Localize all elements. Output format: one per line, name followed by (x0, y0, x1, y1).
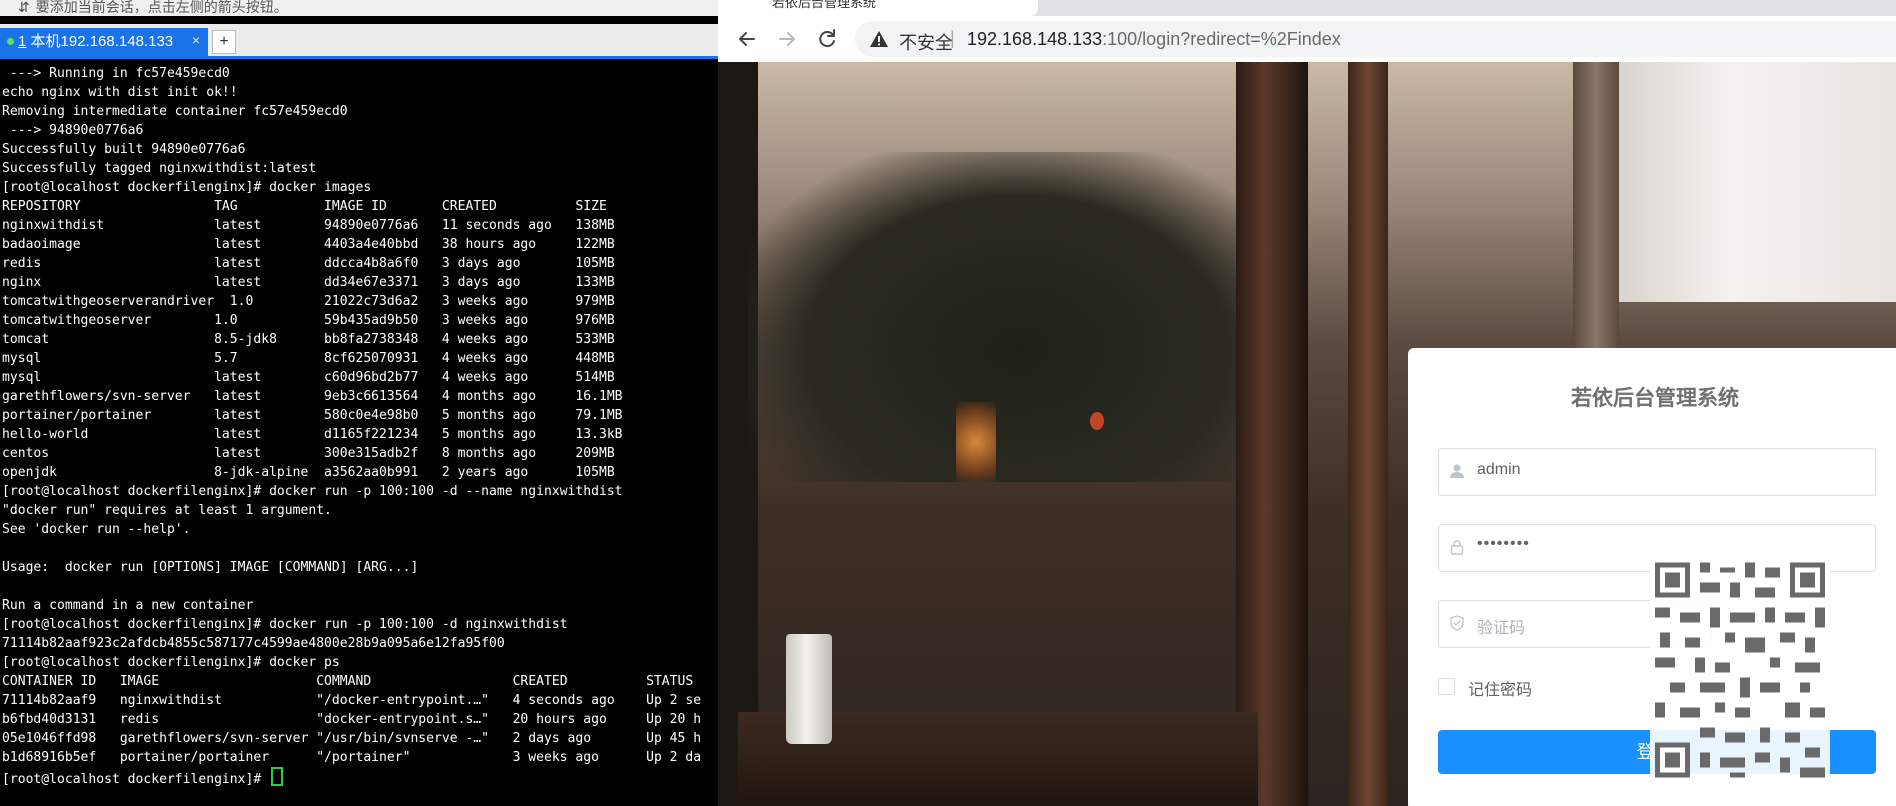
terminal-line: ---> Running in fc57e459ecd0 (2, 66, 230, 81)
terminal-line: tomcatwithgeoserver 1.0 59b435ad9b50 3 w… (2, 313, 615, 328)
browser-tab-strip: 若依后台管理系统 (718, 0, 1896, 16)
terminal-line: portainer/portainer latest 580c0e4e98b0 … (2, 408, 623, 423)
username-value: admin (1477, 461, 1521, 478)
terminal-line: Removing intermediate container fc57e459… (2, 104, 348, 119)
address-path: :100/login?redirect=%2Findex (1102, 29, 1341, 49)
close-tab-icon[interactable]: × (192, 26, 200, 54)
remember-checkbox[interactable] (1438, 678, 1455, 695)
terminal-line: Successfully built 94890e0776a6 (2, 142, 246, 157)
terminal-output[interactable]: ---> Running in fc57e459ecd0 echo nginx w… (2, 64, 718, 806)
back-button[interactable] (732, 24, 762, 54)
terminal-line: garethflowers/svn-server latest 9eb3c661… (2, 389, 623, 404)
user-icon (1450, 464, 1464, 478)
session-tab-active[interactable]: 1 本机192.168.148.133 × (0, 28, 208, 56)
terminal-line: nginxwithdist latest 94890e0776a6 11 sec… (2, 218, 615, 233)
terminal-line: 71114b82aaf9 nginxwithdist "/docker-entr… (2, 693, 702, 708)
terminal-line: b6fbd40d3131 redis "docker-entrypoint.s…… (2, 712, 702, 727)
terminal-line: "docker run" requires at least 1 argumen… (2, 503, 332, 518)
browser-toolbar: 不安全 | 192.168.148.133:100/login?redirect… (718, 16, 1896, 63)
terminal-line: REPOSITORY TAG IMAGE ID CREATED SIZE (2, 199, 607, 214)
hint-arrow-icon: ⇵ (18, 0, 30, 15)
session-tab-label: 本机192.168.148.133 (30, 33, 174, 50)
terminal-line: mysql latest c60d96bd2b77 4 weeks ago 51… (2, 370, 615, 385)
captcha-placeholder: 验证码 (1477, 620, 1526, 637)
terminal-line: b1d68916b5ef portainer/portainer "/porta… (2, 750, 702, 765)
terminal-line: centos latest 300e315adb2f 8 months ago … (2, 446, 615, 461)
terminal-line: tomcatwithgeoserverandriver 1.0 21022c73… (2, 294, 615, 309)
session-tab-bar: 1 本机192.168.148.133 × + (0, 24, 718, 59)
terminal-line: 05e1046ffd98 garethflowers/svn-server "/… (2, 731, 702, 746)
terminal-window: ⇵ 要添加当前会话，点击左侧的箭头按钮。 1 本机192.168.148.133 … (0, 0, 718, 806)
terminal-line: badaoimage latest 4403a4e40bbd 38 hours … (2, 237, 615, 252)
session-hint-bar: ⇵ 要添加当前会话，点击左侧的箭头按钮。 (0, 0, 718, 16)
terminal-prompt-line[interactable]: [root@localhost dockerfilenginx]# (2, 767, 718, 787)
address-bar[interactable]: 不安全 | 192.168.148.133:100/login?redirect… (855, 21, 1896, 57)
address-separator: | (950, 28, 955, 48)
session-tab-index: 1 (18, 33, 27, 50)
terminal-line: tomcat 8.5-jdk8 bb8fa2738348 4 weeks ago… (2, 332, 615, 347)
add-tab-button[interactable]: + (212, 30, 236, 54)
terminal-line: [root@localhost dockerfilenginx]# docker… (2, 484, 623, 499)
username-field[interactable]: admin (1438, 448, 1876, 496)
browser-tab[interactable]: 若依后台管理系统 (718, 0, 1038, 16)
shield-check-icon (1450, 615, 1464, 631)
terminal-line: hello-world latest d1165f221234 5 months… (2, 427, 623, 442)
address-host: 192.168.148.133 (967, 29, 1103, 49)
terminal-line: [root@localhost dockerfilenginx]# docker… (2, 617, 568, 632)
terminal-line: [root@localhost dockerfilenginx]# docker… (2, 180, 372, 195)
password-value: •••••••• (1477, 535, 1530, 552)
terminal-line: Run a command in a new container (2, 598, 254, 613)
terminal-line: See 'docker run --help'. (2, 522, 191, 537)
not-secure-label[interactable]: 不安全 (899, 29, 953, 55)
back-arrow-icon (739, 32, 755, 46)
terminal-line: Successfully tagged nginxwithdist:latest (2, 161, 317, 176)
browser-tab-title: 若依后台管理系统 (772, 0, 877, 10)
connected-status-icon (7, 38, 14, 45)
terminal-line: 71114b82aaf923c2afdcb4855c587177c4599ae4… (2, 636, 505, 651)
login-title: 若依后台管理系统 (1571, 387, 1739, 410)
terminal-line: ---> 94890e0776a6 (2, 123, 144, 138)
forward-arrow-icon (779, 32, 795, 46)
terminal-line: Usage: docker run [OPTIONS] IMAGE [COMMA… (2, 560, 419, 575)
lock-icon (1450, 540, 1464, 555)
terminal-line: echo nginx with dist init ok!! (2, 85, 238, 100)
terminal-line: redis latest ddcca4b8a6f0 3 days ago 105… (2, 256, 615, 271)
terminal-line: mysql 5.7 8cf625070931 4 weeks ago 448MB (2, 351, 615, 366)
remember-label: 记住密码 (1468, 682, 1533, 699)
terminal-line: [root@localhost dockerfilenginx]# docker… (2, 655, 340, 670)
qr-code-icon (1650, 557, 1830, 783)
session-hint-text: 要添加当前会话，点击左侧的箭头按钮。 (35, 0, 288, 15)
terminal-prompt: [root@localhost dockerfilenginx]# (2, 772, 270, 787)
reload-button[interactable] (812, 24, 842, 54)
terminal-line: openjdk 8-jdk-alpine a3562aa0b991 2 year… (2, 465, 615, 480)
address-url[interactable]: 192.168.148.133:100/login?redirect=%2Fin… (967, 29, 1341, 50)
terminal-line: CONTAINER ID IMAGE COMMAND CREATED STATU… (2, 674, 694, 689)
terminal-line: nginx latest dd34e67e3371 3 days ago 133… (2, 275, 615, 290)
warning-icon[interactable] (869, 29, 889, 49)
reload-icon (819, 29, 835, 48)
forward-button[interactable] (772, 24, 802, 54)
terminal-cursor (271, 767, 284, 786)
